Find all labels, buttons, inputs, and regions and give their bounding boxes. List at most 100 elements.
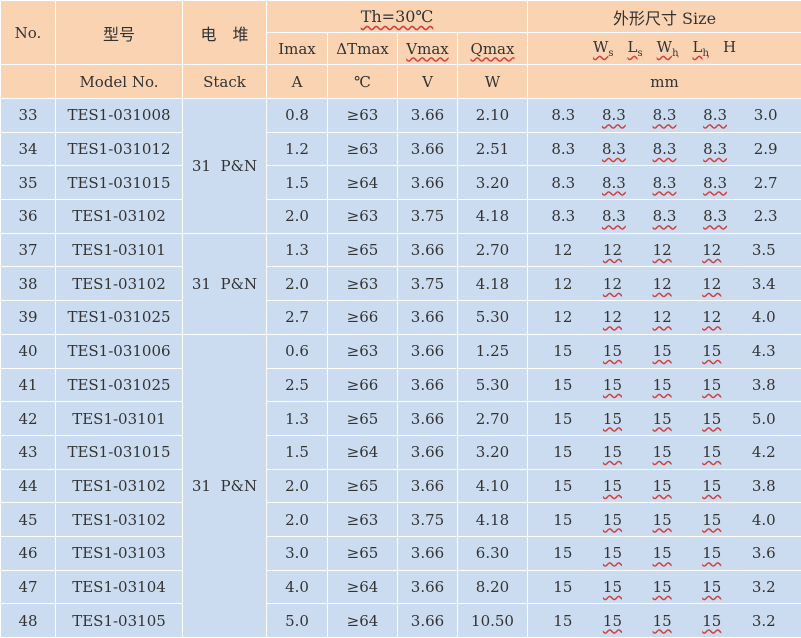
vmax-cell: 3.66	[397, 232, 458, 268]
row-number: 44	[0, 468, 56, 504]
size-h: 2.3	[753, 207, 778, 226]
table-row: 45 TES1-03102 2.0 ≥63 3.75 4.18 15 15 15 15 4.0	[0, 502, 801, 537]
size-lh: 15	[702, 443, 722, 462]
vmax-cell: 3.66	[397, 468, 458, 504]
size-wh: 15	[652, 443, 672, 462]
size-wh: 15	[652, 375, 672, 394]
header-model-cn: 型号	[55, 0, 183, 65]
size-ls: 15	[602, 443, 623, 462]
dtmax-cell: ≥63	[327, 131, 398, 167]
size-ls: 15	[602, 409, 623, 428]
qmax-cell: 4.10	[456, 468, 529, 504]
imax-cell: 2.0	[266, 468, 328, 504]
model-cell: TES1-03101	[55, 232, 183, 268]
dtmax-cell: ≥63	[327, 333, 398, 369]
imax-cell: 0.8	[266, 98, 328, 133]
size-wh: 15	[652, 510, 672, 529]
qmax-cell: 2.10	[456, 98, 529, 133]
size-cell: 15 15 15 15 4.0	[527, 502, 801, 537]
size-cell: 15 15 15 15 4.2	[527, 434, 801, 470]
dtmax-cell: ≥64	[327, 434, 398, 470]
size-h: 3.2	[751, 611, 776, 630]
table-row: 42 TES1-03101 1.3 ≥65 3.66 2.70 15 15 15 15 5.0	[0, 401, 801, 436]
row-number: 33	[0, 98, 56, 133]
vmax-cell: 3.75	[397, 502, 458, 537]
model-cell: TES1-031006	[55, 333, 183, 369]
unit-a: A	[266, 64, 328, 99]
imax-cell: 0.6	[266, 333, 328, 369]
model-cell: TES1-03102	[55, 266, 183, 302]
imax-cell: 1.5	[266, 434, 328, 470]
vmax-cell: 3.66	[397, 333, 458, 369]
size-ls: 15	[602, 544, 623, 563]
size-ls: 8.3	[601, 140, 626, 159]
size-cell: 8.3 8.3 8.3 8.3 2.7	[527, 165, 801, 201]
qmax-cell: 1.25	[456, 333, 529, 369]
vmax-cell: 3.66	[397, 98, 458, 133]
size-h: 2.9	[753, 140, 778, 159]
size-ws: 15	[553, 510, 573, 529]
vmax-label: Vmax	[406, 39, 449, 58]
model-cell: TES1-031015	[55, 165, 183, 201]
vmax-cell: 3.66	[397, 603, 458, 638]
qmax-cell: 3.20	[456, 434, 529, 470]
header-dtmax: ΔTmax	[327, 32, 398, 65]
qmax-cell: 5.30	[456, 367, 529, 403]
size-wh: 15	[652, 342, 672, 361]
dim-h: H	[722, 38, 737, 56]
imax-cell: 4.0	[266, 569, 328, 605]
size-wh: 8.3	[652, 140, 677, 159]
row-number: 34	[0, 131, 56, 167]
size-cell: 8.3 8.3 8.3 8.3 3.0	[527, 98, 801, 133]
size-h: 3.5	[751, 241, 776, 260]
model-cell: TES1-031025	[55, 367, 183, 403]
qmax-cell: 4.18	[456, 502, 529, 537]
qmax-cell: 4.18	[456, 199, 529, 234]
qmax-cell: 3.20	[456, 165, 529, 201]
size-ls: 15	[602, 510, 623, 529]
size-ws: 15	[553, 409, 573, 428]
size-ws: 15	[553, 476, 573, 495]
dtmax-cell: ≥63	[327, 199, 398, 234]
header-no: No.	[0, 0, 56, 65]
unit-w: W	[456, 64, 529, 99]
vmax-cell: 3.75	[397, 266, 458, 302]
size-lh: 12	[702, 274, 722, 293]
dim-ls: Ls	[627, 38, 643, 59]
size-lh: 15	[702, 409, 722, 428]
size-cell: 8.3 8.3 8.3 8.3 2.9	[527, 131, 801, 167]
size-wh: 8.3	[652, 207, 677, 226]
row-number: 43	[0, 434, 56, 470]
size-lh: 15	[702, 577, 722, 596]
size-lh: 15	[702, 375, 722, 394]
qmax-cell: 5.30	[456, 300, 529, 335]
size-cell: 8.3 8.3 8.3 8.3 2.3	[527, 199, 801, 234]
model-cell: TES1-03103	[55, 535, 183, 571]
size-lh: 8.3	[703, 140, 728, 159]
size-ws: 15	[553, 375, 573, 394]
model-cell: TES1-031025	[55, 300, 183, 335]
vmax-cell: 3.66	[397, 569, 458, 605]
model-cell: TES1-03102	[55, 468, 183, 504]
header-no-unit	[0, 64, 56, 99]
qmax-cell: 8.20	[456, 569, 529, 605]
size-ws: 8.3	[551, 106, 576, 125]
size-h: 3.8	[751, 375, 776, 394]
size-wh: 12	[652, 274, 672, 293]
unit-c: ℃	[327, 64, 398, 99]
size-ws: 8.3	[551, 173, 576, 192]
size-ws: 12	[553, 308, 573, 327]
size-ls: 8.3	[601, 207, 626, 226]
size-cell: 15 15 15 15 3.8	[527, 367, 801, 403]
header-vmax: Vmax	[397, 32, 458, 65]
table-row: 37 TES1-03101 31 P&N 1.3 ≥65 3.66 2.70 12 12 12 12…	[0, 232, 801, 335]
size-lh: 15	[702, 476, 722, 495]
size-wh: 8.3	[652, 106, 677, 125]
size-cell: 15 15 15 15 3.2	[527, 569, 801, 605]
size-lh: 12	[702, 241, 722, 260]
size-ls: 15	[602, 342, 623, 361]
size-h: 4.0	[751, 308, 776, 327]
qmax-cell: 2.51	[456, 131, 529, 167]
dtmax-cell: ≥65	[327, 535, 398, 571]
stack-cell: 31 P&N	[182, 333, 267, 638]
